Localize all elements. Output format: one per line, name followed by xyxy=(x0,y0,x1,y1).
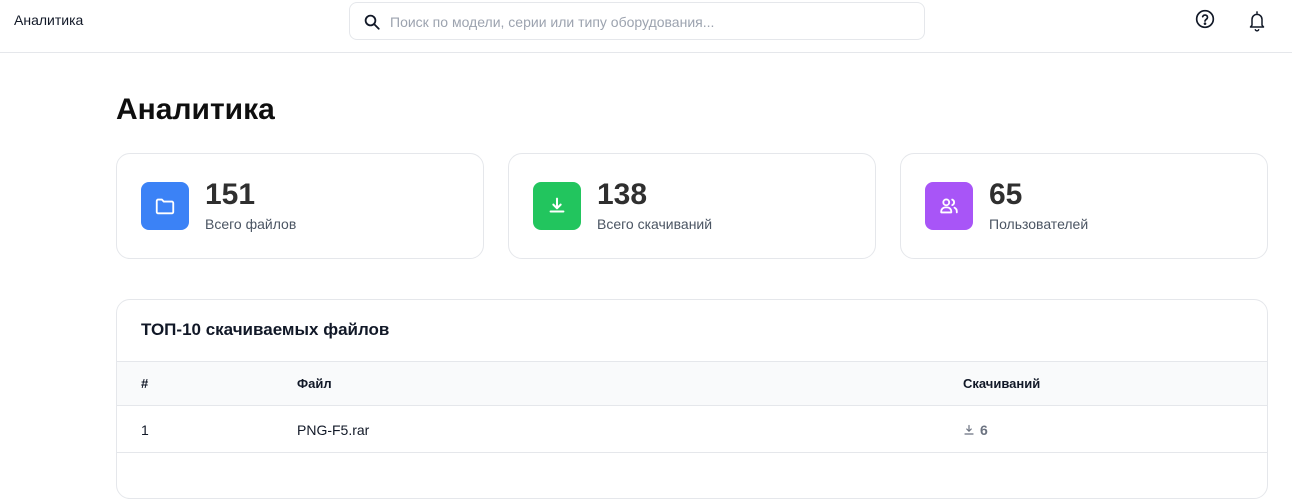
bell-icon[interactable] xyxy=(1247,9,1267,33)
search-icon xyxy=(364,14,380,30)
stat-tile xyxy=(141,182,189,230)
top-files-title: ТОП-10 скачиваемых файлов xyxy=(141,320,390,339)
search-box[interactable] xyxy=(349,2,925,40)
stat-label: Всего файлов xyxy=(205,216,297,232)
stat-card-users: 65 Пользователей xyxy=(900,153,1268,259)
download-count-icon xyxy=(964,424,974,435)
stat-value: 65 xyxy=(989,178,1023,211)
folder-icon xyxy=(155,198,175,215)
app-title: Аналитика xyxy=(14,12,84,28)
users-icon xyxy=(940,198,958,214)
page-title: Аналитика xyxy=(116,93,275,126)
row-downloads: 6 xyxy=(963,422,988,438)
row-file-name[interactable]: PNG-F5.rar xyxy=(297,422,369,438)
table-row[interactable]: 1 PNG-F5.rar 6 xyxy=(117,406,1267,453)
stat-tile xyxy=(925,182,973,230)
stat-card-downloads: 138 Всего скачиваний xyxy=(508,153,876,259)
table-header: # Файл Скачиваний xyxy=(117,361,1267,406)
stat-label: Пользователей xyxy=(989,216,1089,232)
column-header-file[interactable]: Файл xyxy=(297,376,332,391)
search-input[interactable] xyxy=(390,11,910,33)
help-icon[interactable] xyxy=(1195,9,1215,29)
download-icon xyxy=(549,197,565,213)
top-bar: Аналитика xyxy=(0,0,1292,53)
column-header-downloads[interactable]: Скачиваний xyxy=(963,376,1040,391)
row-number: 1 xyxy=(141,422,149,438)
stat-value: 138 xyxy=(597,178,648,211)
download-count: 6 xyxy=(980,422,988,438)
column-header-number[interactable]: # xyxy=(141,376,148,391)
top-files-card: ТОП-10 скачиваемых файлов # Файл Скачива… xyxy=(116,299,1268,499)
stat-value: 151 xyxy=(205,178,256,211)
stat-card-files: 151 Всего файлов xyxy=(116,153,484,259)
stat-label: Всего скачиваний xyxy=(597,216,713,232)
stat-tile xyxy=(533,182,581,230)
